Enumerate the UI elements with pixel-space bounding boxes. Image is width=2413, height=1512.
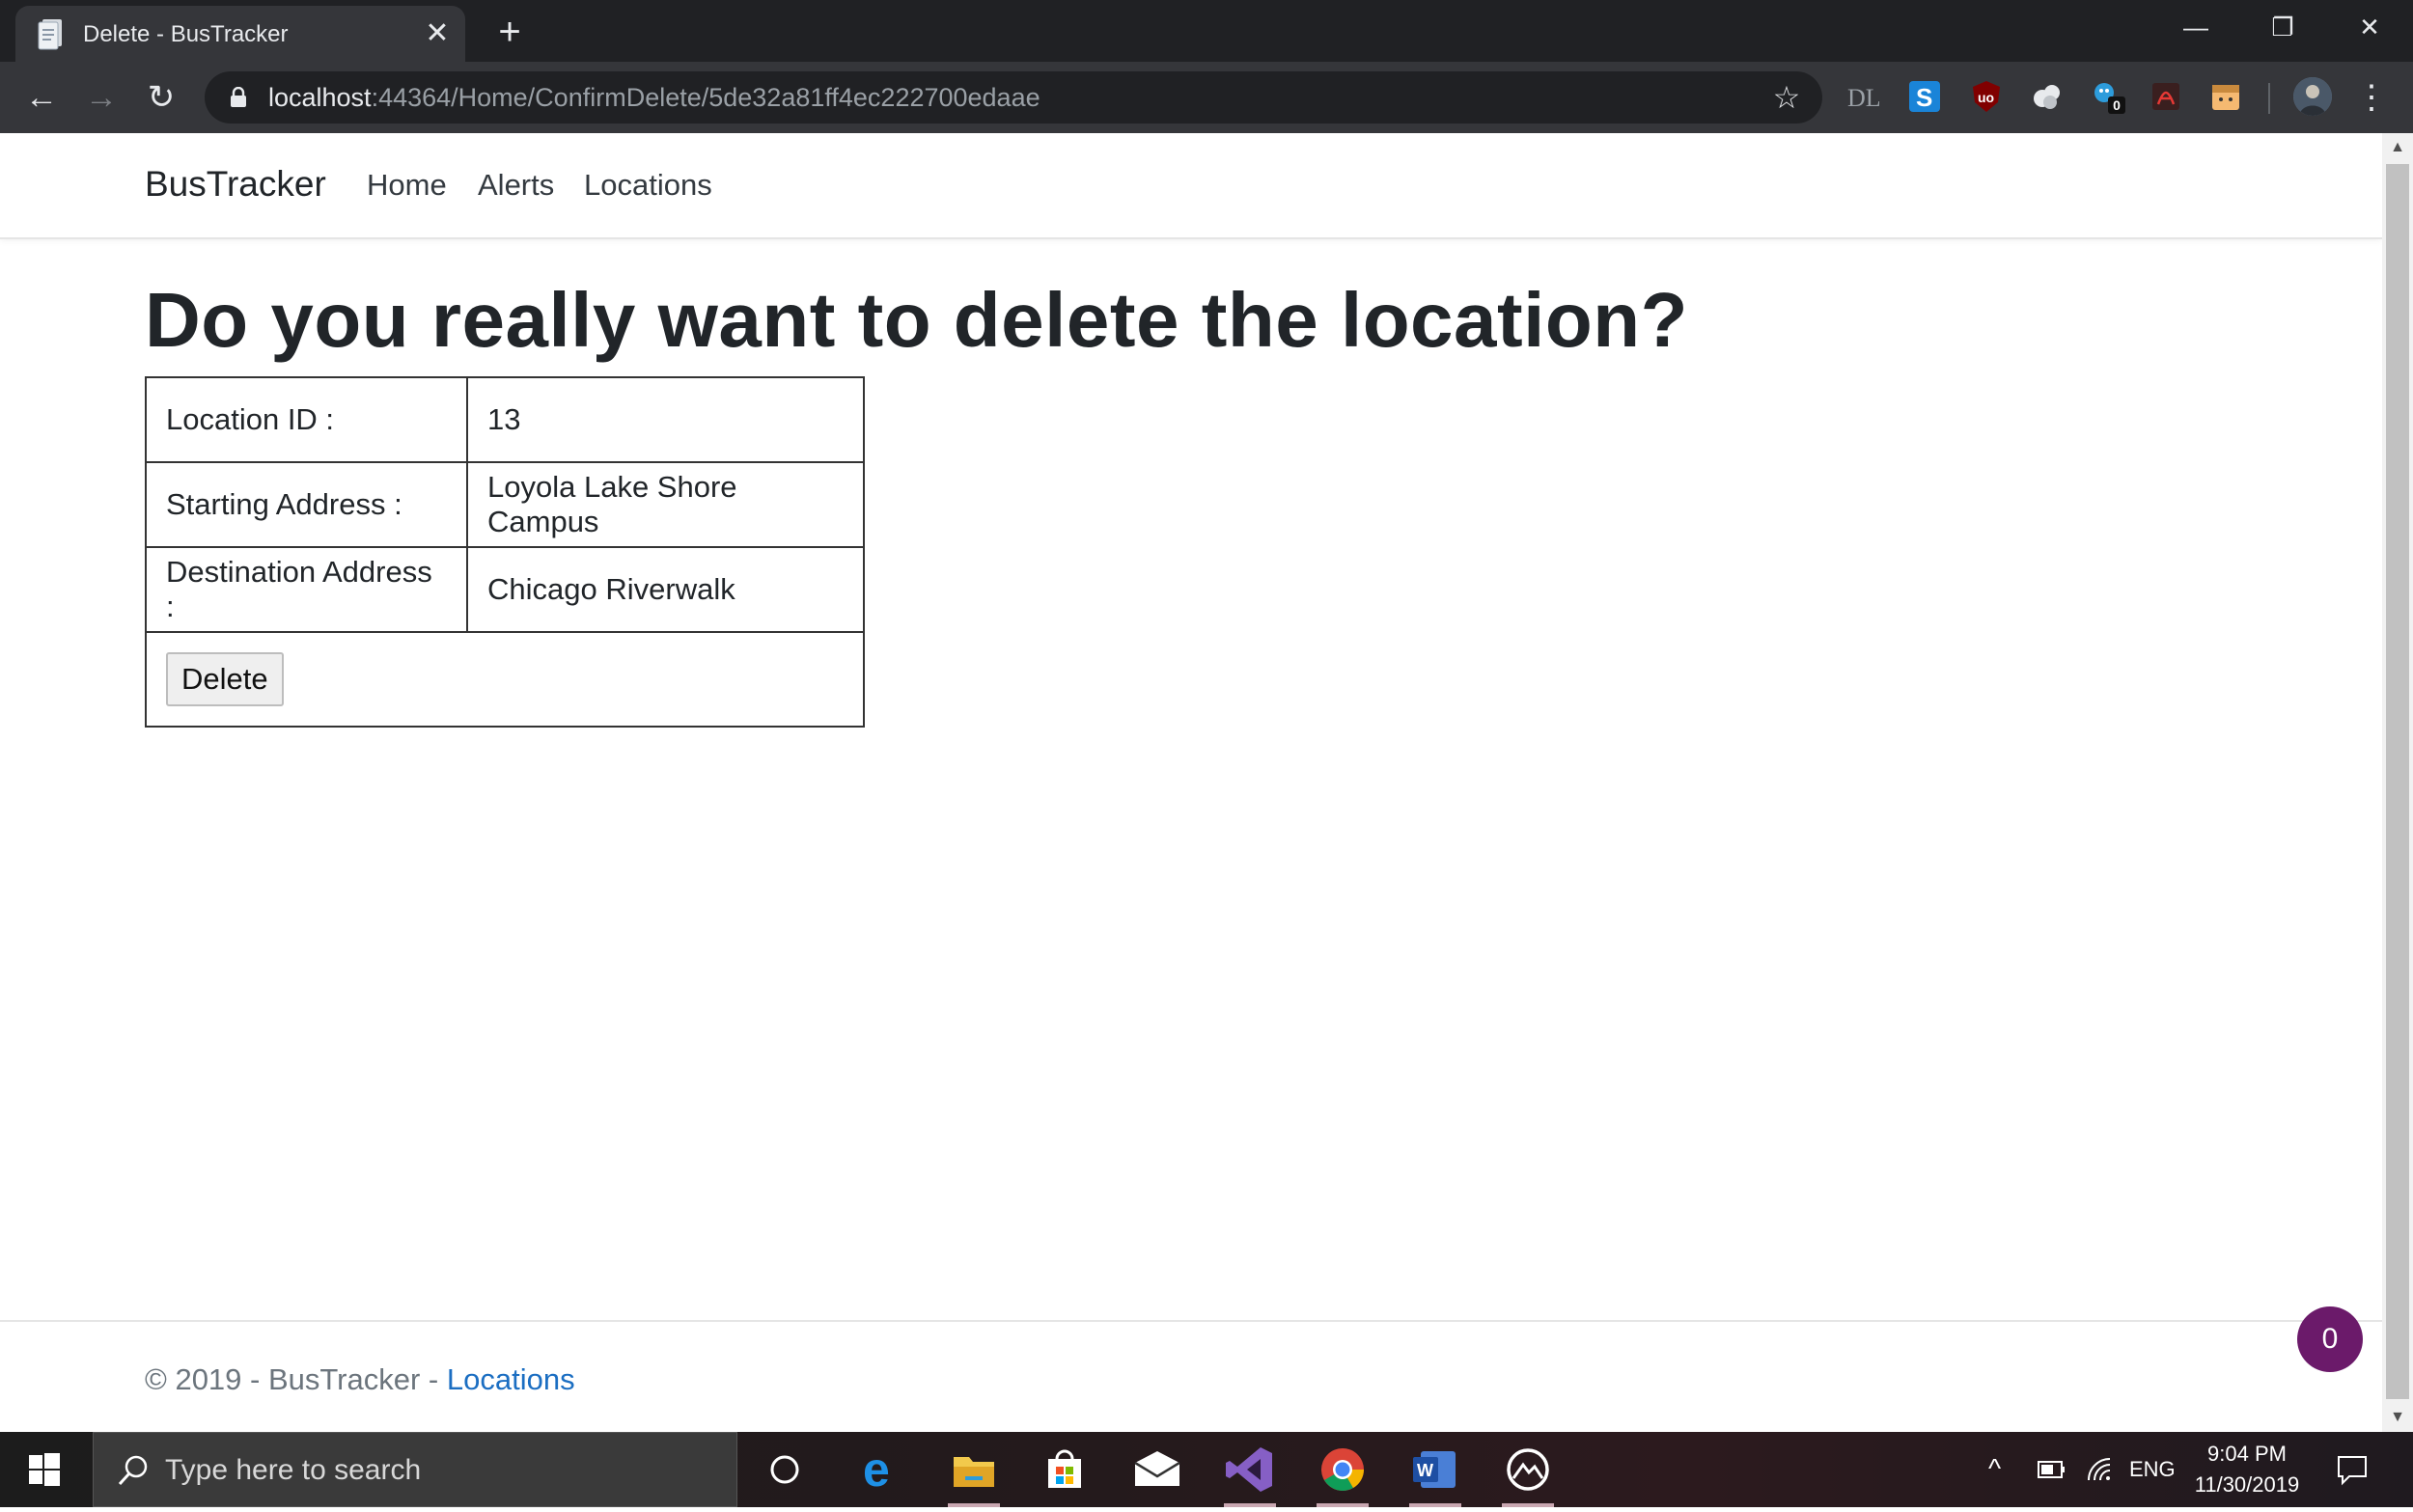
footer-locations-link[interactable]: Locations (447, 1362, 575, 1396)
new-tab-icon[interactable]: + (490, 13, 529, 52)
starting-address-value: Loyola Lake Shore Campus (466, 461, 865, 548)
destination-address-label: Destination Address : (145, 546, 468, 633)
browser-tab-strip: Delete - BusTracker ✕ + — ❐ ✕ (0, 0, 2413, 62)
starting-address-label: Starting Address : (145, 461, 468, 548)
profile-avatar[interactable] (2293, 77, 2332, 116)
location-id-value: 13 (466, 376, 865, 463)
location-details-table: Location ID : 13 Starting Address : Loyo… (145, 376, 865, 728)
url-host: localhost (268, 83, 372, 112)
extension-badge: 0 (2108, 96, 2125, 114)
running-indicator (1502, 1503, 1554, 1507)
browser-menu-icon[interactable]: ⋮ (2355, 75, 2388, 120)
nav-home-link[interactable]: Home (367, 168, 447, 203)
badge-extension-icon[interactable]: 0 (2089, 79, 2125, 114)
browser-tab[interactable]: Delete - BusTracker ✕ (15, 6, 465, 62)
search-icon (118, 1455, 148, 1486)
close-window-icon[interactable]: ✕ (2326, 0, 2413, 54)
close-tab-icon[interactable]: ✕ (421, 17, 454, 50)
reload-icon[interactable]: ↻ (139, 75, 183, 120)
edge-icon[interactable]: e (851, 1440, 911, 1499)
s-extension-icon[interactable]: S (1907, 79, 1942, 114)
browser-toolbar: ← → ↻ localhost:44364/Home/ConfirmDelete… (0, 62, 2413, 133)
running-indicator (1224, 1503, 1276, 1507)
table-row: Destination Address : Chicago Riverwalk (145, 546, 865, 633)
visual-studio-icon[interactable] (1220, 1440, 1280, 1507)
table-row: Starting Address : Loyola Lake Shore Cam… (145, 461, 865, 548)
svg-text:e: e (863, 1443, 890, 1497)
windows-taskbar: Type here to search e W ^ ENG 9:04 PM 11… (0, 1432, 2413, 1507)
file-explorer-icon[interactable] (944, 1440, 1004, 1507)
battery-icon[interactable] (2037, 1457, 2067, 1482)
ublock-icon[interactable]: uo (1969, 79, 2004, 114)
running-indicator (948, 1503, 1000, 1507)
word-icon[interactable]: W (1405, 1440, 1465, 1507)
site-navbar: BusTracker Home Alerts Locations (0, 133, 2382, 239)
windows-logo-icon (29, 1453, 60, 1486)
pdf-extension-icon[interactable] (2149, 79, 2183, 114)
svg-text:W: W (1417, 1461, 1433, 1480)
tab-title: Delete - BusTracker (83, 21, 289, 47)
taskbar-search[interactable]: Type here to search (93, 1432, 737, 1507)
nav-alerts-link[interactable]: Alerts (478, 168, 554, 203)
footer-divider (0, 1320, 2382, 1322)
scroll-up-icon[interactable]: ▲ (2382, 133, 2413, 162)
footer: © 2019 - BusTracker - Locations (145, 1362, 575, 1397)
chrome-icon[interactable] (1313, 1440, 1373, 1507)
clouds-extension-icon[interactable] (2029, 79, 2064, 114)
wifi-icon[interactable] (2085, 1455, 2114, 1484)
delete-button[interactable]: Delete (166, 652, 284, 706)
start-button[interactable] (0, 1432, 89, 1507)
page-icon (38, 19, 62, 50)
running-indicator (1317, 1503, 1369, 1507)
snip-icon[interactable] (1498, 1440, 1558, 1507)
brand-link[interactable]: BusTracker (145, 164, 326, 205)
nav-locations-link[interactable]: Locations (584, 168, 712, 203)
table-row: Location ID : 13 (145, 376, 865, 463)
search-placeholder: Type here to search (165, 1454, 422, 1486)
action-cell: Delete (145, 631, 865, 728)
running-indicator (1409, 1503, 1461, 1507)
scroll-thumb[interactable] (2386, 164, 2409, 1399)
svg-text:S: S (1916, 83, 1932, 112)
dl-extension-icon[interactable]: DL (1845, 79, 1880, 114)
bookmark-star-icon[interactable]: ☆ (1770, 81, 1803, 114)
language-indicator[interactable]: ENG (2129, 1457, 2176, 1482)
page-scrollbar[interactable]: ▲ ▼ (2382, 133, 2413, 1432)
page-viewport: BusTracker Home Alerts Locations Do you … (0, 133, 2382, 1432)
show-hidden-icons-icon[interactable]: ^ (1988, 1453, 2001, 1484)
clock-time[interactable]: 9:04 PM (2191, 1442, 2303, 1467)
url-path: :44364/Home/ConfirmDelete/5de32a81ff4ec2… (371, 83, 1040, 112)
minimize-icon[interactable]: — (2152, 0, 2239, 54)
svg-text:DL: DL (1847, 84, 1880, 112)
url-text: localhost:44364/Home/ConfirmDelete/5de32… (268, 83, 1040, 113)
restore-icon[interactable]: ❐ (2239, 0, 2326, 54)
address-bar[interactable]: localhost:44364/Home/ConfirmDelete/5de32… (205, 71, 1822, 124)
cortana-icon[interactable] (755, 1440, 815, 1499)
page-title: Do you really want to delete the locatio… (145, 277, 1689, 363)
face-extension-icon[interactable] (2208, 79, 2243, 114)
location-id-label: Location ID : (145, 376, 468, 463)
action-center-icon[interactable] (2336, 1453, 2369, 1486)
toolbar-divider (2268, 83, 2270, 114)
svg-text:uo: uo (1978, 90, 1994, 105)
mail-icon[interactable] (1127, 1440, 1187, 1499)
notification-badge[interactable]: 0 (2297, 1306, 2363, 1372)
scroll-down-icon[interactable]: ▼ (2382, 1403, 2413, 1432)
back-icon[interactable]: ← (19, 75, 64, 120)
destination-address-value: Chicago Riverwalk (466, 546, 865, 633)
clock-date[interactable]: 11/30/2019 (2187, 1472, 2307, 1498)
forward-icon[interactable]: → (79, 75, 124, 120)
footer-copyright: © 2019 - BusTracker - (145, 1362, 447, 1396)
store-icon[interactable] (1035, 1440, 1095, 1499)
table-row: Delete (145, 631, 865, 728)
lock-icon (231, 87, 246, 107)
